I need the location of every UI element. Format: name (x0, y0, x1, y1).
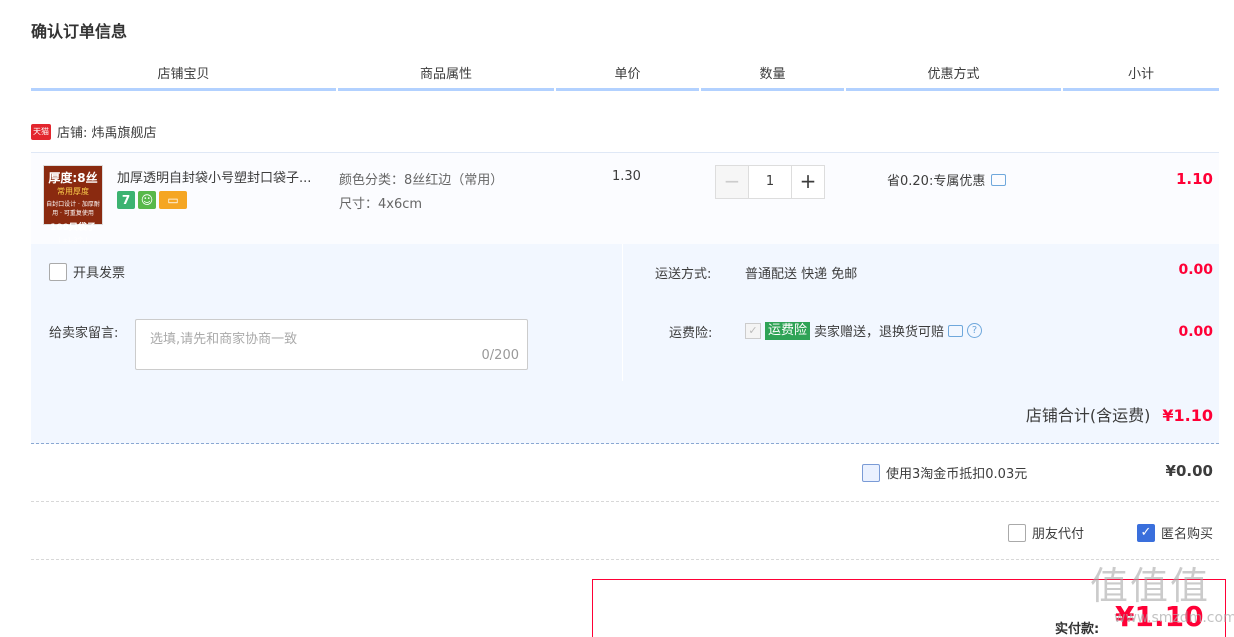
service-icons: 7 ☺ ▭ (117, 191, 187, 209)
quantity-minus-button[interactable]: − (715, 165, 749, 199)
shop-total: 店铺合计(含运费) ¥1.10 (1026, 402, 1213, 426)
message-label: 给卖家留言: (49, 326, 119, 341)
chat-icon[interactable] (991, 173, 1007, 186)
invoice-checkbox[interactable] (49, 262, 67, 281)
col-header-unit-price: 单价 (556, 64, 699, 91)
discount-text: 省0.20:专属优惠 (887, 174, 986, 189)
thumb-line-2: 常用厚度 (57, 187, 89, 196)
friend-pay-option[interactable]: 朋友代付 (1008, 523, 1084, 542)
item-subtotal: 1.10 (1175, 170, 1213, 188)
quantity-stepper: − 1 + (715, 165, 825, 199)
watermark-url: www.smzdm.com (1114, 610, 1234, 626)
payment-options-row: 朋友代付 ✓ 匿名购买 (31, 502, 1219, 560)
page-title: 确认订单信息 (31, 22, 128, 41)
unit-price: 1.30 (612, 169, 641, 184)
shop-name-link[interactable]: 店铺: 炜禹旗舰店 (57, 122, 157, 141)
tmall-icon: 天猫 (31, 123, 51, 140)
help-icon[interactable]: ? (967, 323, 983, 338)
shipping-method: 普通配送 快递 免邮 (745, 267, 858, 282)
shop-total-label: 店铺合计(含运费) (1025, 406, 1151, 425)
invoice-label: 开具发票 (73, 266, 126, 281)
shipping-label: 运送方式: (655, 267, 712, 282)
thumb-line-4: 100只袋子 (50, 223, 96, 233)
insurance-info: ✓ 运费险 卖家赠送，退换货可赔 ? (745, 321, 983, 340)
message-placeholder: 选填,请先和商家协商一致 (150, 332, 298, 347)
order-item-row: 厚度:8丝 常用厚度 自封口设计 · 加厚耐用 · 可重复使用 100只袋子 (… (31, 152, 1219, 244)
col-header-attributes: 商品属性 (338, 64, 554, 91)
order-options: 开具发票 给卖家留言: 选填,请先和商家协商一致 0/200 运送方式: 普通配… (31, 244, 1219, 444)
anonymous-checkbox[interactable]: ✓ (1137, 523, 1155, 542)
taobao-coin-row: 使用3淘金币抵扣0.03元 ¥0.00 (31, 444, 1219, 502)
quantity-plus-button[interactable]: + (791, 165, 825, 199)
coin-label: 使用3淘金币抵扣0.03元 (886, 467, 1028, 482)
thumb-line-1: 厚度:8丝 (48, 171, 98, 185)
col-header-shop-item: 店铺宝贝 (31, 64, 336, 91)
discount-info: 省0.20:专属优惠 (887, 170, 1007, 189)
shop-total-amount: ¥1.10 (1162, 406, 1213, 425)
watermark-logo: 值值值 (1090, 564, 1211, 608)
insurance-price: 0.00 (1178, 324, 1213, 340)
insurance-badge: 运费险 (765, 321, 811, 340)
friend-pay-label: 朋友代付 (1032, 527, 1085, 542)
seller-message-input[interactable]: 选填,请先和商家协商一致 0/200 (135, 319, 528, 370)
col-header-subtotal: 小计 (1063, 64, 1219, 91)
coin-deduction-option[interactable]: 使用3淘金币抵扣0.03元 (862, 463, 1027, 482)
credit-card-icon[interactable]: ▭ (159, 191, 187, 209)
quantity-input[interactable]: 1 (748, 165, 792, 199)
chat-icon[interactable] (948, 324, 964, 337)
message-char-count: 0/200 (481, 348, 519, 363)
pay-label: 实付款: (1055, 622, 1100, 637)
product-title-link[interactable]: 加厚透明自封袋小号塑封口袋子... (117, 167, 337, 186)
col-header-discount: 优惠方式 (846, 64, 1061, 91)
anonymous-label: 匿名购买 (1161, 527, 1214, 542)
product-attributes: 颜色分类：8丝红边（常用） 尺寸：4x6cm (339, 169, 503, 217)
thumb-line-3: 自封口设计 · 加厚耐用 · 可重复使用 (46, 201, 100, 217)
col-header-quantity: 数量 (701, 64, 844, 91)
product-thumbnail[interactable]: 厚度:8丝 常用厚度 自封口设计 · 加厚耐用 · 可重复使用 100只袋子 (… (43, 165, 103, 244)
attr-color: 颜色分类：8丝红边（常用） (339, 173, 504, 188)
friend-pay-checkbox[interactable] (1008, 523, 1026, 542)
attr-size: 尺寸：4x6cm (339, 197, 423, 212)
robot-service-icon[interactable]: ☺ (138, 191, 156, 209)
insurance-checkbox: ✓ (745, 322, 761, 339)
insurance-text: 卖家赠送，退换货可赔 (814, 325, 945, 340)
seven-day-return-icon[interactable]: 7 (117, 191, 135, 209)
shop-info: 天猫 店铺: 炜禹旗舰店 (31, 122, 157, 141)
shipping-price: 0.00 (1178, 262, 1213, 278)
insurance-label: 运费险: (669, 326, 713, 341)
anonymous-purchase-option[interactable]: ✓ 匿名购买 (1137, 523, 1213, 542)
coin-checkbox[interactable] (862, 463, 880, 482)
invoice-option[interactable]: 开具发票 (49, 262, 125, 281)
column-header: 店铺宝贝 商品属性 单价 数量 优惠方式 小计 (31, 64, 1219, 91)
thumb-line-5: ( ±1-3个 ) (58, 237, 88, 244)
coin-amount: ¥0.00 (1165, 462, 1213, 480)
